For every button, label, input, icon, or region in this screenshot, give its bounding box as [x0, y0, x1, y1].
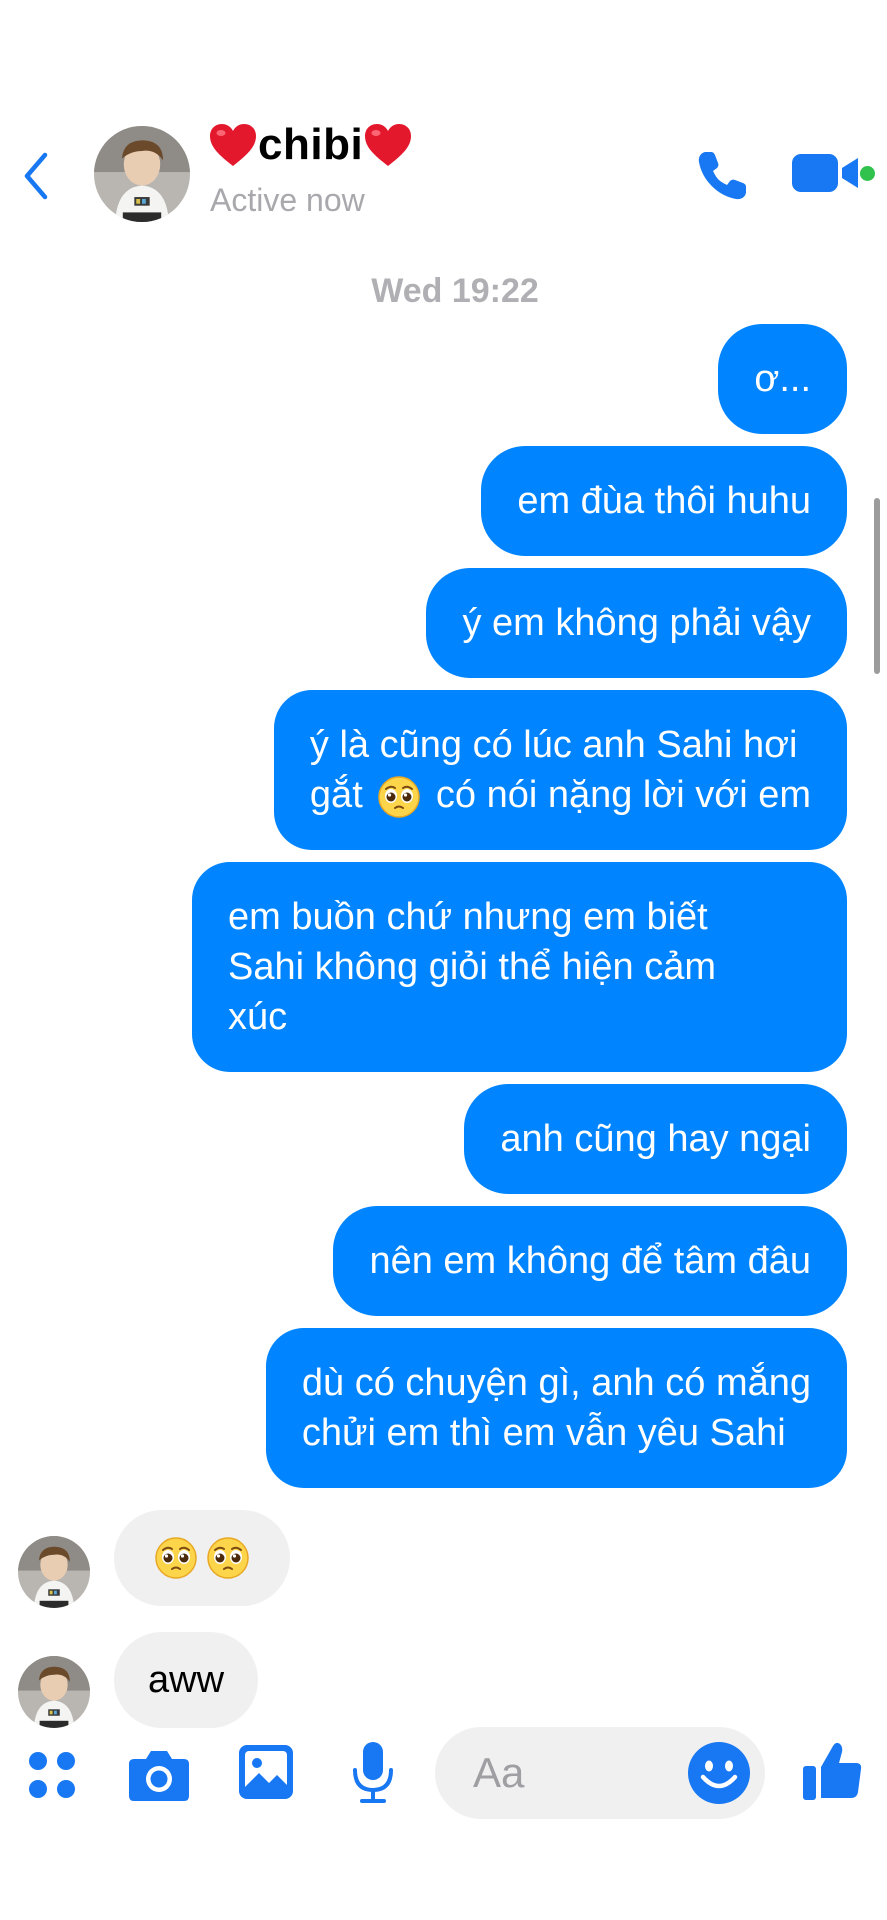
- avatar-image: [94, 126, 190, 222]
- outgoing-message[interactable]: ơ...: [718, 324, 847, 434]
- chat-header: chibi Active now: [0, 0, 887, 230]
- video-camera-icon[interactable]: [790, 148, 870, 198]
- contact-avatar[interactable]: [94, 126, 190, 222]
- thumbs-up-icon: [803, 1742, 862, 1800]
- pleading-face-emoji: [377, 775, 421, 819]
- gallery-button[interactable]: [236, 1742, 296, 1802]
- avatar-image: [18, 1536, 90, 1608]
- message-text: aww: [148, 1659, 225, 1701]
- camera-icon: [129, 1751, 189, 1801]
- message-input-placeholder: Aa: [473, 1749, 525, 1796]
- message-text: nên em không để tâm đâu: [369, 1240, 811, 1282]
- message-line: ý là cũng có lúc anh Sahi hơi: [309, 724, 798, 766]
- outgoing-message[interactable]: dù có chuyện gì, anh có mắng chửi em thì…: [265, 1328, 847, 1488]
- four-dots-menu-icon: [29, 1752, 75, 1798]
- outgoing-message[interactable]: ý em không phải vậy: [426, 568, 847, 678]
- outgoing-message[interactable]: anh cũng hay ngại: [464, 1084, 847, 1194]
- like-button[interactable]: [798, 1736, 868, 1806]
- message-text: em đùa thôi huhu: [517, 480, 811, 522]
- image-icon: [239, 1745, 293, 1799]
- pleading-face-emoji: [154, 1536, 198, 1580]
- chevron-left-icon: [24, 152, 48, 200]
- outgoing-message[interactable]: nên em không để tâm đâu: [333, 1206, 847, 1316]
- message-line: Sahi không giỏi thể hiện cảm: [228, 946, 716, 988]
- smiley-icon[interactable]: [685, 1739, 753, 1807]
- message-text: anh cũng hay ngại: [500, 1118, 811, 1160]
- message-line: dù có chuyện gì, anh có mắng: [301, 1362, 811, 1404]
- scrollbar[interactable]: [874, 498, 880, 674]
- back-button[interactable]: [14, 148, 58, 204]
- phone-icon[interactable]: [692, 146, 752, 206]
- outgoing-message[interactable]: em đùa thôi huhu: [481, 446, 847, 556]
- outgoing-message[interactable]: em buồn chứ nhưng em biết Sahi không giỏ…: [192, 862, 847, 1072]
- message-text: ý em không phải vậy: [462, 602, 811, 644]
- message-text: ơ...: [754, 358, 811, 400]
- incoming-message[interactable]: [114, 1510, 290, 1606]
- message-line: xúc: [228, 996, 288, 1038]
- message-text: gắt: [309, 774, 363, 816]
- contact-name-text: chibi: [258, 120, 364, 169]
- message-input[interactable]: Aa: [435, 1727, 765, 1819]
- message-line: gắt có nói nặng lời với em: [310, 770, 811, 820]
- microphone-icon: [353, 1742, 393, 1803]
- active-dot-icon: [860, 166, 875, 181]
- contact-status: Active now: [210, 182, 365, 218]
- more-actions-button[interactable]: [22, 1745, 82, 1805]
- voice-button[interactable]: [348, 1738, 398, 1808]
- red-heart-emoji: [363, 122, 413, 168]
- outgoing-message[interactable]: ý là cũng có lúc anh Sahi hơi gắt có nói…: [273, 690, 847, 850]
- incoming-message[interactable]: aww: [114, 1632, 259, 1728]
- pleading-face-emoji: [206, 1536, 250, 1580]
- message-timestamp: Wed 19:22: [371, 272, 539, 310]
- message-line: chửi em thì em vẫn yêu Sahi: [301, 1412, 786, 1454]
- message-line: em buồn chứ nhưng em biết: [228, 896, 708, 938]
- contact-name[interactable]: chibi: [208, 120, 413, 170]
- message-text: có nói nặng lời với em: [435, 774, 811, 816]
- camera-button[interactable]: [126, 1742, 192, 1808]
- red-heart-emoji: [208, 122, 258, 168]
- contact-avatar-small[interactable]: [18, 1536, 90, 1608]
